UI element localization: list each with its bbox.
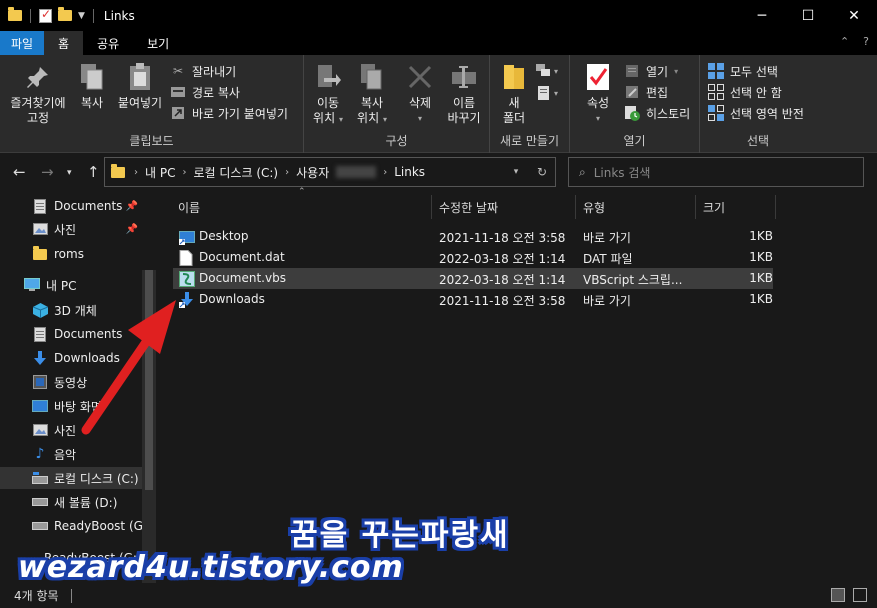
item-count: 4개 항목 bbox=[14, 589, 59, 603]
watermark-url: wezard4u.tistory.com bbox=[18, 550, 404, 585]
watermark-title: 꿈을 꾸는파랑새 bbox=[290, 518, 510, 553]
divider bbox=[70, 588, 72, 603]
details-view-icon[interactable] bbox=[831, 588, 845, 602]
large-icons-view-icon[interactable] bbox=[853, 588, 867, 602]
status-bar: 4개 항목 bbox=[0, 583, 877, 608]
